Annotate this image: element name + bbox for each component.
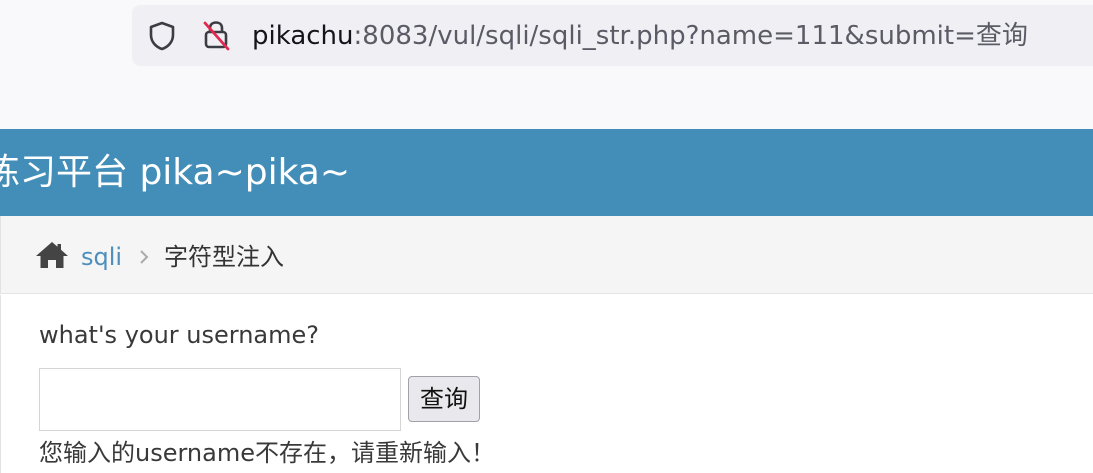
question-label: what's your username? <box>39 321 320 349</box>
shield-icon[interactable] <box>147 20 177 52</box>
breadcrumb-link-sqli[interactable]: sqli <box>81 240 122 274</box>
result-message: 您输入的username不存在，请重新输入！ <box>39 439 495 467</box>
site-header: 练习平台 pika~pika~ <box>0 129 1093 216</box>
url-text[interactable]: pikachu:8083/vul/sqli/sqli_str.php?name=… <box>252 16 1028 56</box>
url-path: :8083/vul/sqli/sqli_str.php?name=111&sub… <box>353 21 1028 51</box>
breadcrumb: sqli 字符型注入 <box>0 216 1093 294</box>
url-host: pikachu <box>252 21 354 51</box>
breadcrumb-current: 字符型注入 <box>164 243 284 271</box>
chevron-right-icon <box>140 250 149 264</box>
browser-toolbar: pikachu:8083/vul/sqli/sqli_str.php?name=… <box>0 0 1093 129</box>
site-title: 练习平台 pika~pika~ <box>0 152 351 193</box>
lock-icon[interactable] <box>201 19 231 51</box>
query-button[interactable]: 查询 <box>408 376 480 422</box>
username-input[interactable] <box>39 368 401 431</box>
home-icon <box>36 242 68 268</box>
